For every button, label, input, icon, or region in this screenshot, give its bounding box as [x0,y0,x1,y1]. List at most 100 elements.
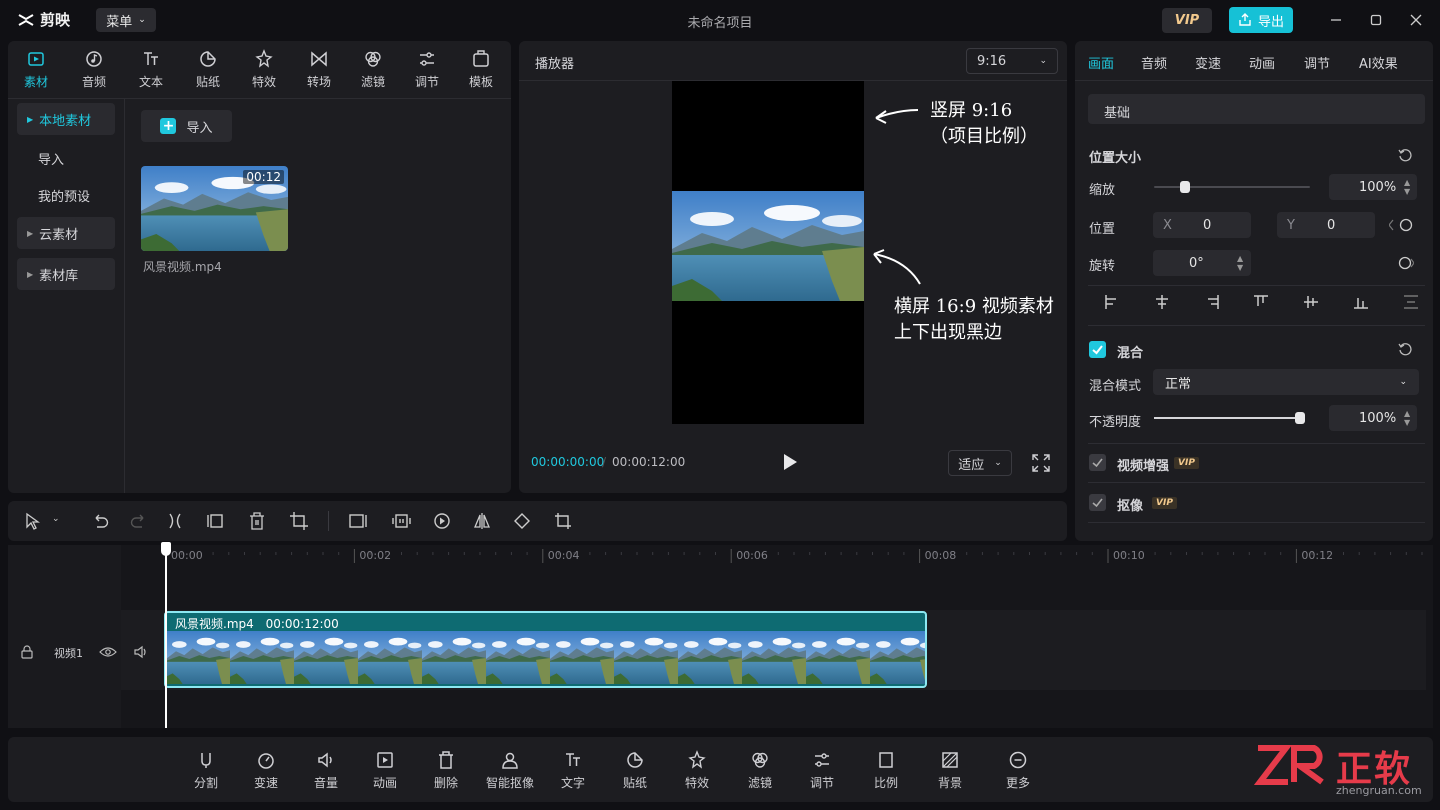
blend-mode-select[interactable]: 正常 ⌄ [1153,369,1419,395]
caret-right-icon: ▶ [27,114,34,124]
rotate-value: 0° [1189,255,1204,271]
scale-slider[interactable] [1154,186,1310,188]
sidebar-item-local[interactable]: ▶ 本地素材 [17,103,115,135]
vip-button[interactable]: VIP [1162,8,1212,33]
align-top-icon[interactable] [1253,294,1269,310]
stepper-icon[interactable]: ▲ ▼ [1404,409,1410,427]
inspector-tab[interactable]: 变速 [1195,53,1221,72]
template-icon [473,50,489,67]
align-bottom-icon[interactable] [1353,294,1369,310]
play-circle-icon[interactable] [433,512,451,530]
cutout-checkbox[interactable] [1089,494,1106,511]
inspector-tab[interactable]: 音频 [1141,53,1167,72]
sidebar-item-library[interactable]: ▶ 素材库 [17,258,115,290]
inspector-tab[interactable]: 动画 [1249,53,1275,72]
media-tab-transition[interactable]: 转场 [299,49,339,90]
media-tab-template[interactable]: 模板 [461,49,501,90]
maximize-icon[interactable] [1366,10,1386,30]
eye-icon[interactable] [99,645,117,659]
split-left-icon[interactable] [206,512,226,530]
bottom-tool-volume[interactable]: 音量 [298,750,354,791]
align-right-icon[interactable] [1204,294,1220,310]
reset-icon[interactable] [1398,342,1412,356]
preview-canvas[interactable] [672,81,864,424]
x-value: 0 [1203,217,1212,233]
lock-icon[interactable] [20,645,34,659]
bottom-tool-delete[interactable]: 删除 [418,750,474,791]
reset-icon[interactable] [1398,148,1412,162]
play-icon[interactable] [781,452,799,472]
bottom-tool-split[interactable]: 分割 [178,750,234,791]
media-tab-effects[interactable]: 特效 [244,49,284,90]
bottom-tool-filter[interactable]: 滤镜 [732,750,788,791]
opacity-slider-thumb[interactable] [1295,412,1305,424]
project-title: 未命名项目 [687,16,753,31]
bottom-tool-label: 比例 [873,776,898,790]
align-center-h-icon[interactable] [1154,294,1170,310]
media-tab-sticker[interactable]: 贴纸 [188,49,228,90]
bottom-tool-text[interactable]: 文字 [545,750,601,791]
inspector-tab[interactable]: 调节 [1304,53,1330,72]
position-y-input[interactable]: Y 0 [1277,212,1375,238]
split-icon[interactable] [166,512,184,530]
chevron-down-icon[interactable]: ⌄ [52,514,60,524]
crop-auto-icon[interactable] [289,511,309,531]
redo-icon[interactable] [129,513,147,529]
bottom-tool-animation[interactable]: 动画 [357,750,413,791]
rotate-icon[interactable] [513,512,531,530]
crop-icon[interactable] [554,512,572,530]
undo-icon[interactable] [92,513,110,529]
bottom-tool-effects[interactable]: 特效 [669,750,725,791]
section-basic[interactable]: 基础 [1088,94,1425,124]
caret-right-icon: ▶ [27,269,34,279]
volume-icon[interactable] [133,644,149,660]
scale-slider-thumb[interactable] [1180,181,1191,193]
media-tab-media[interactable]: 素材 [16,49,56,90]
fullscreen-icon[interactable] [1032,454,1050,472]
bottom-tool-sticker[interactable]: 贴纸 [607,750,663,791]
keyframe-icon[interactable] [1398,256,1414,270]
clip-frame-thumbnail [486,631,550,684]
close-icon[interactable] [1406,10,1426,30]
inspector-tab[interactable]: AI效果 [1359,53,1398,72]
stepper-icon[interactable]: ▲ ▼ [1404,178,1410,196]
sidebar-item-import[interactable]: 导入 [17,142,115,174]
bottom-tool-ratio[interactable]: 比例 [858,750,914,791]
select-cursor-icon[interactable] [24,512,42,530]
keyframe-icon[interactable] [1389,218,1413,232]
blend-checkbox[interactable] [1089,341,1106,358]
media-thumbnail[interactable]: 00:12 [141,166,288,251]
playhead-handle[interactable] [161,542,171,556]
enhance-checkbox[interactable] [1089,454,1106,471]
bottom-tool-background[interactable]: 背景 [922,750,978,791]
media-tab-adjust[interactable]: 调节 [407,49,447,90]
import-button[interactable]: + 导入 [141,110,232,142]
distribute-icon[interactable] [1403,294,1419,310]
ratio-select[interactable]: 9:16 ⌄ [966,48,1058,74]
align-center-v-icon[interactable] [1303,294,1319,310]
fit-select[interactable]: 适应 ⌄ [948,450,1012,476]
media-tab-filter[interactable]: 滤镜 [353,49,393,90]
media-tab-audio[interactable]: 音频 [74,49,114,90]
bottom-tool-smart-cutout[interactable]: 智能抠像 [482,750,538,791]
align-left-icon[interactable] [1104,294,1120,310]
bottom-tool-adjust[interactable]: 调节 [794,750,850,791]
bottom-tool-speed[interactable]: 变速 [238,750,294,791]
minimize-icon[interactable] [1326,10,1346,30]
sidebar-item-cloud[interactable]: ▶ 云素材 [17,217,115,249]
reverse-icon[interactable] [392,512,412,530]
stepper-icon[interactable]: ▲ ▼ [1237,254,1243,272]
inspector-tab[interactable]: 画面 [1088,53,1114,72]
bottom-tool-more[interactable]: 更多 [990,750,1046,791]
video-clip[interactable]: 风景视频.mp4 00:00:12:00 [164,611,927,688]
media-tab-text[interactable]: 文本 [131,49,171,90]
timeline-ruler[interactable] [166,545,1433,565]
clip-frame-thumbnail [678,631,742,684]
playhead[interactable] [165,545,167,728]
freeze-frame-icon[interactable] [348,512,368,530]
export-button[interactable]: 导出 [1229,7,1293,33]
sidebar-item-presets[interactable]: 我的预设 [17,179,115,211]
mirror-icon[interactable] [473,512,491,530]
delete-icon[interactable] [248,511,266,531]
position-x-input[interactable]: X 0 [1153,212,1251,238]
